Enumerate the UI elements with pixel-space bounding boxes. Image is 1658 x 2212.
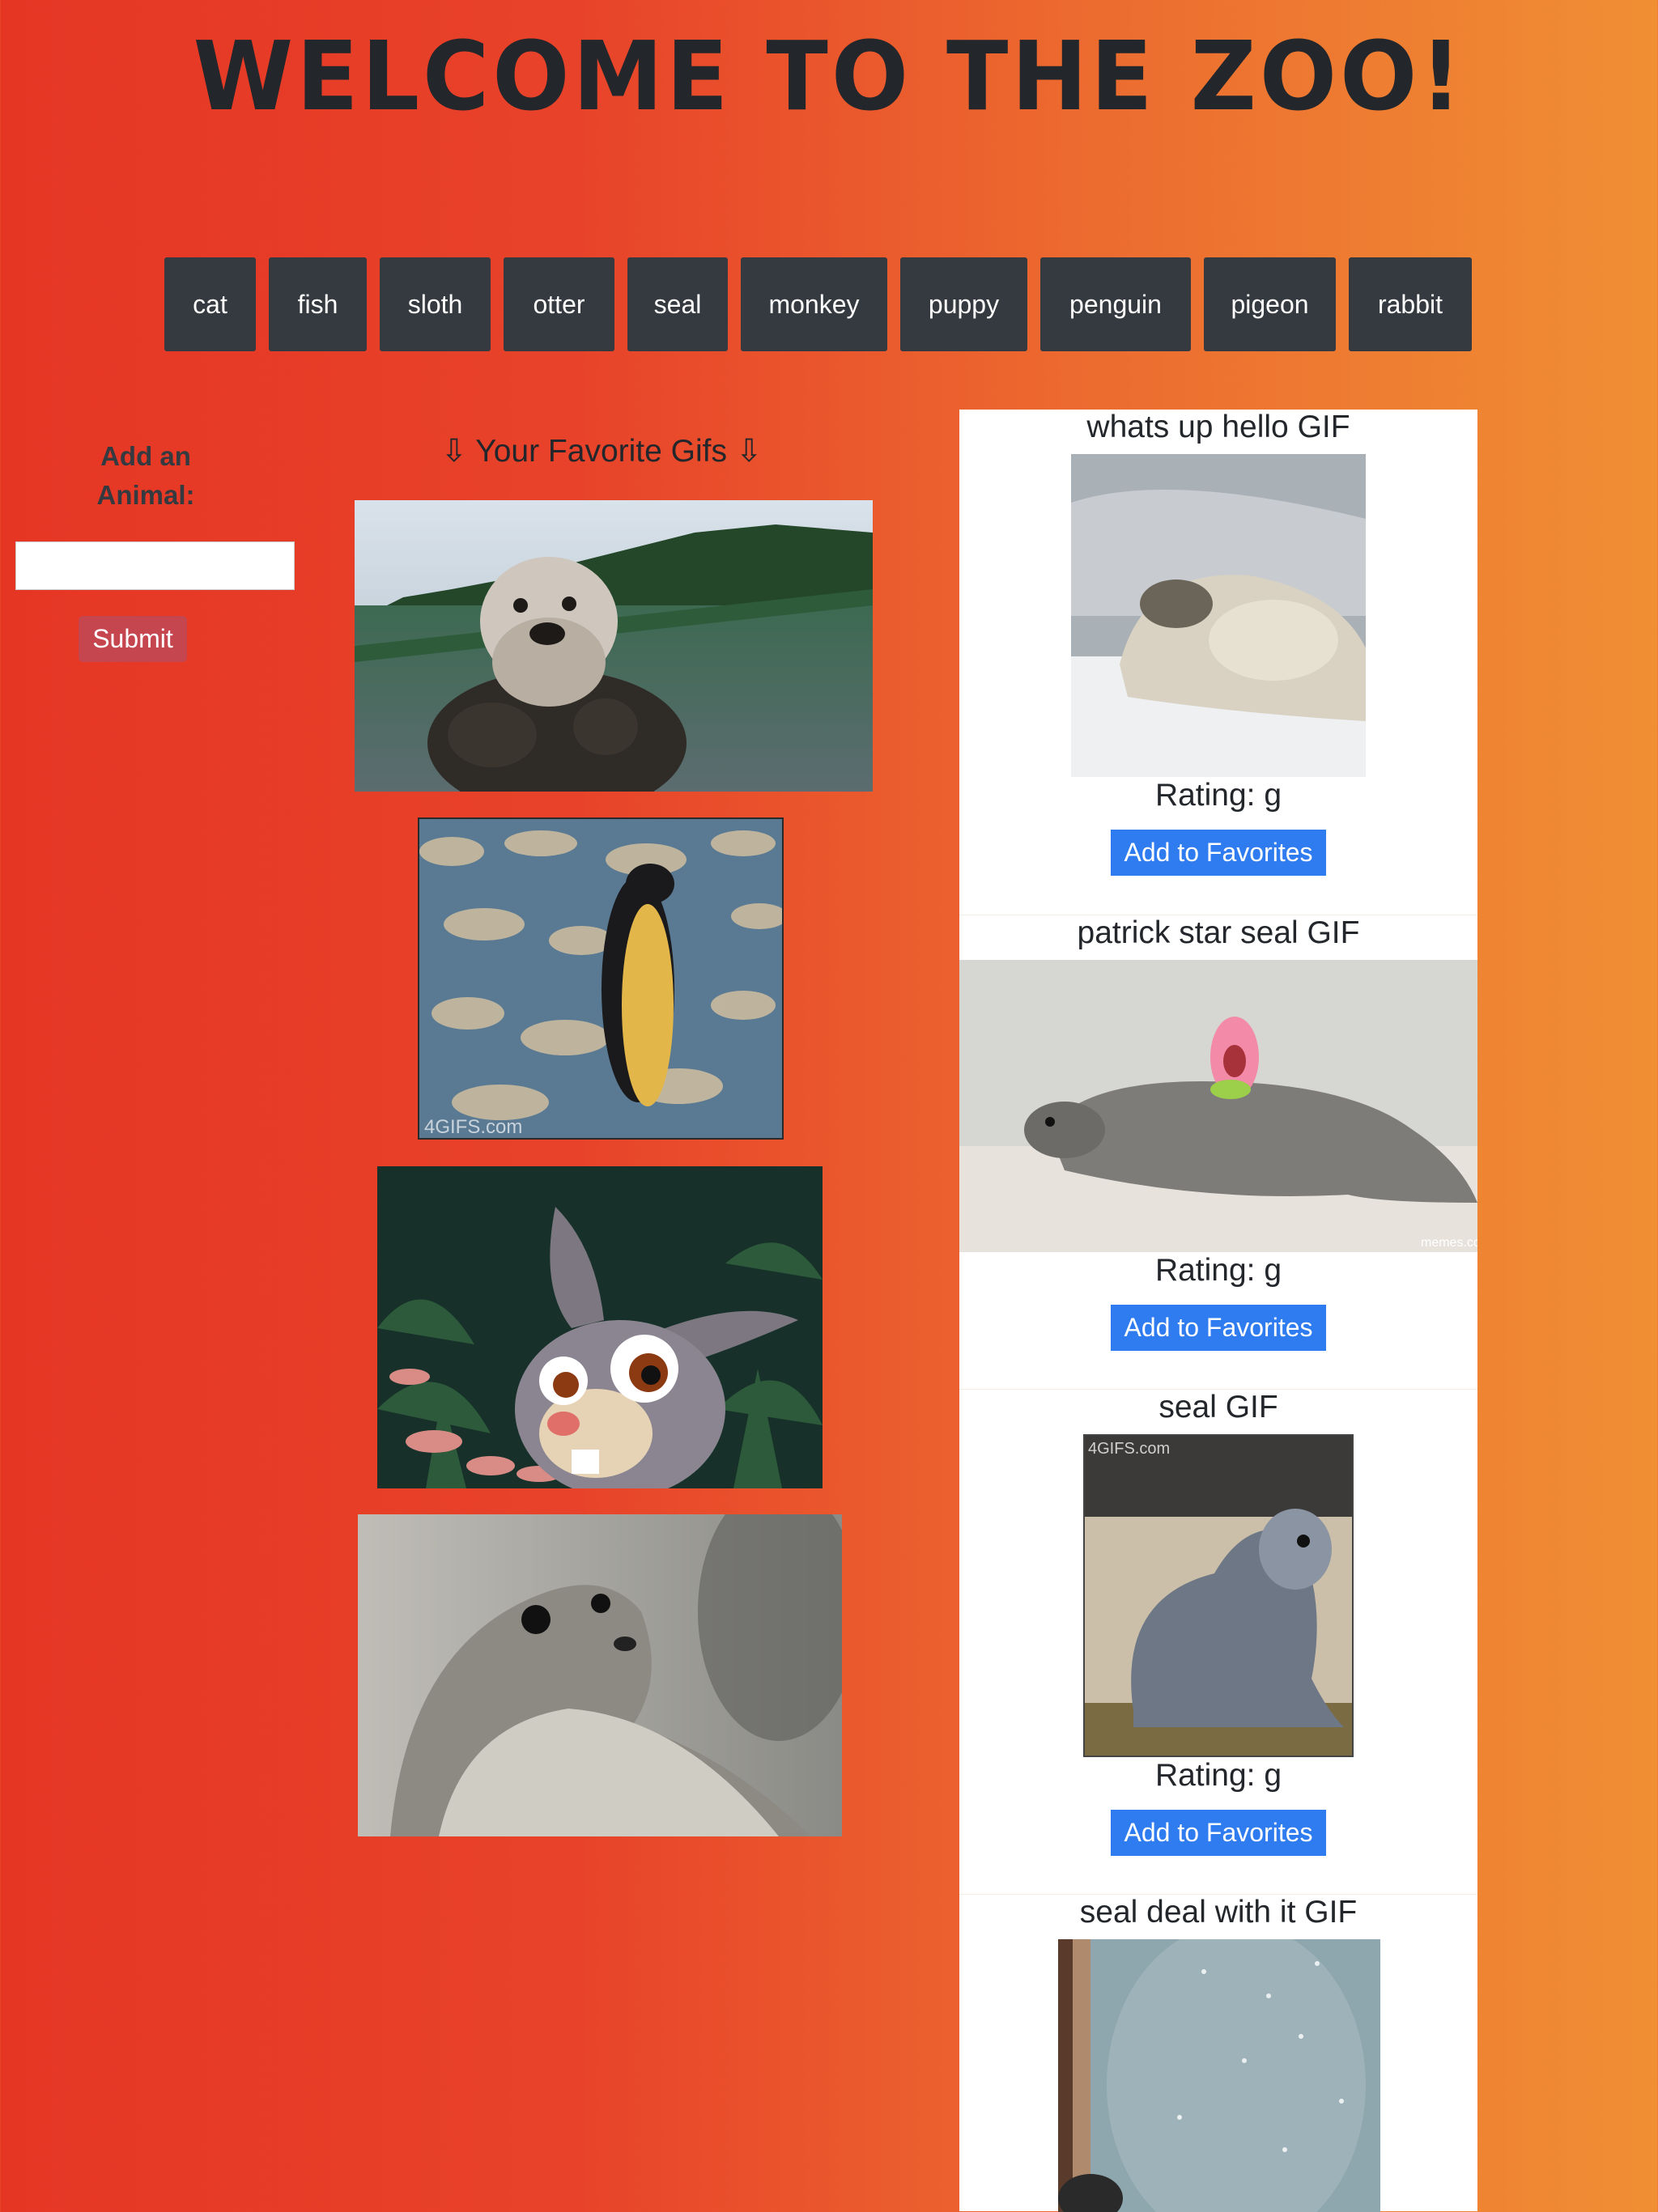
animal-button-fish[interactable]: fish — [269, 257, 367, 351]
animal-button-sloth[interactable]: sloth — [380, 257, 491, 351]
add-animal-label: Add an Animal: — [96, 441, 195, 510]
result-card: whats up hello GIF Rating: g Add to Favo… — [959, 410, 1477, 915]
add-to-favorites-button[interactable]: Add to Favorites — [1111, 830, 1326, 876]
watermark: 4GIFS.com — [424, 1116, 522, 1138]
result-card: seal GIF 4GIFS.com Rating: g Add to Favo… — [959, 1389, 1477, 1895]
animal-button-rabbit[interactable]: rabbit — [1349, 257, 1472, 351]
favorite-gif-rabbit[interactable] — [377, 1166, 823, 1488]
result-rating: Rating: g — [1154, 1758, 1282, 1793]
result-gif[interactable]: 4GIFS.com — [1083, 1434, 1354, 1757]
watermark: memes.com — [1421, 1236, 1477, 1250]
animal-button-pigeon[interactable]: pigeon — [1204, 257, 1336, 351]
result-rating: Rating: g — [1154, 778, 1282, 813]
result-card: patrick star seal GIF memes.com Rating: … — [959, 915, 1477, 1390]
result-rating: Rating: g — [1154, 1253, 1282, 1288]
watermark: 4GIFS.com — [1088, 1440, 1170, 1458]
animal-button-puppy[interactable]: puppy — [900, 257, 1027, 351]
add-to-favorites-button[interactable]: Add to Favorites — [1111, 1810, 1326, 1856]
favorites-heading: ⇩ Your Favorite Gifs ⇩ — [440, 434, 763, 469]
animal-button-row: cat fish sloth otter seal monkey puppy p… — [164, 257, 1472, 351]
page-title: Welcome to the Zoo! — [193, 21, 1465, 133]
submit-button[interactable]: Submit — [79, 616, 187, 662]
result-gif[interactable] — [1058, 1939, 1380, 2212]
result-gif[interactable] — [1071, 454, 1366, 777]
result-title: patrick star seal GIF — [1077, 915, 1360, 950]
result-title: seal GIF — [1158, 1390, 1278, 1424]
favorite-gif-otter[interactable] — [355, 500, 873, 792]
result-gif[interactable]: memes.com — [959, 960, 1477, 1252]
animal-button-seal[interactable]: seal — [627, 257, 728, 351]
favorite-gif-penguin[interactable]: 4GIFS.com — [418, 817, 784, 1140]
results-panel: whats up hello GIF Rating: g Add to Favo… — [959, 410, 1477, 2212]
result-title: whats up hello GIF — [1086, 410, 1350, 444]
add-to-favorites-button[interactable]: Add to Favorites — [1111, 1305, 1326, 1351]
animal-button-cat[interactable]: cat — [164, 257, 256, 351]
animal-button-monkey[interactable]: monkey — [741, 257, 887, 351]
result-title: seal deal with it GIF — [1079, 1895, 1358, 1930]
animal-button-penguin[interactable]: penguin — [1040, 257, 1191, 351]
add-animal-input[interactable] — [15, 541, 295, 590]
animal-button-otter[interactable]: otter — [504, 257, 614, 351]
favorite-gif-seal[interactable] — [358, 1514, 842, 1836]
result-card: seal deal with it GIF — [959, 1894, 1477, 2212]
